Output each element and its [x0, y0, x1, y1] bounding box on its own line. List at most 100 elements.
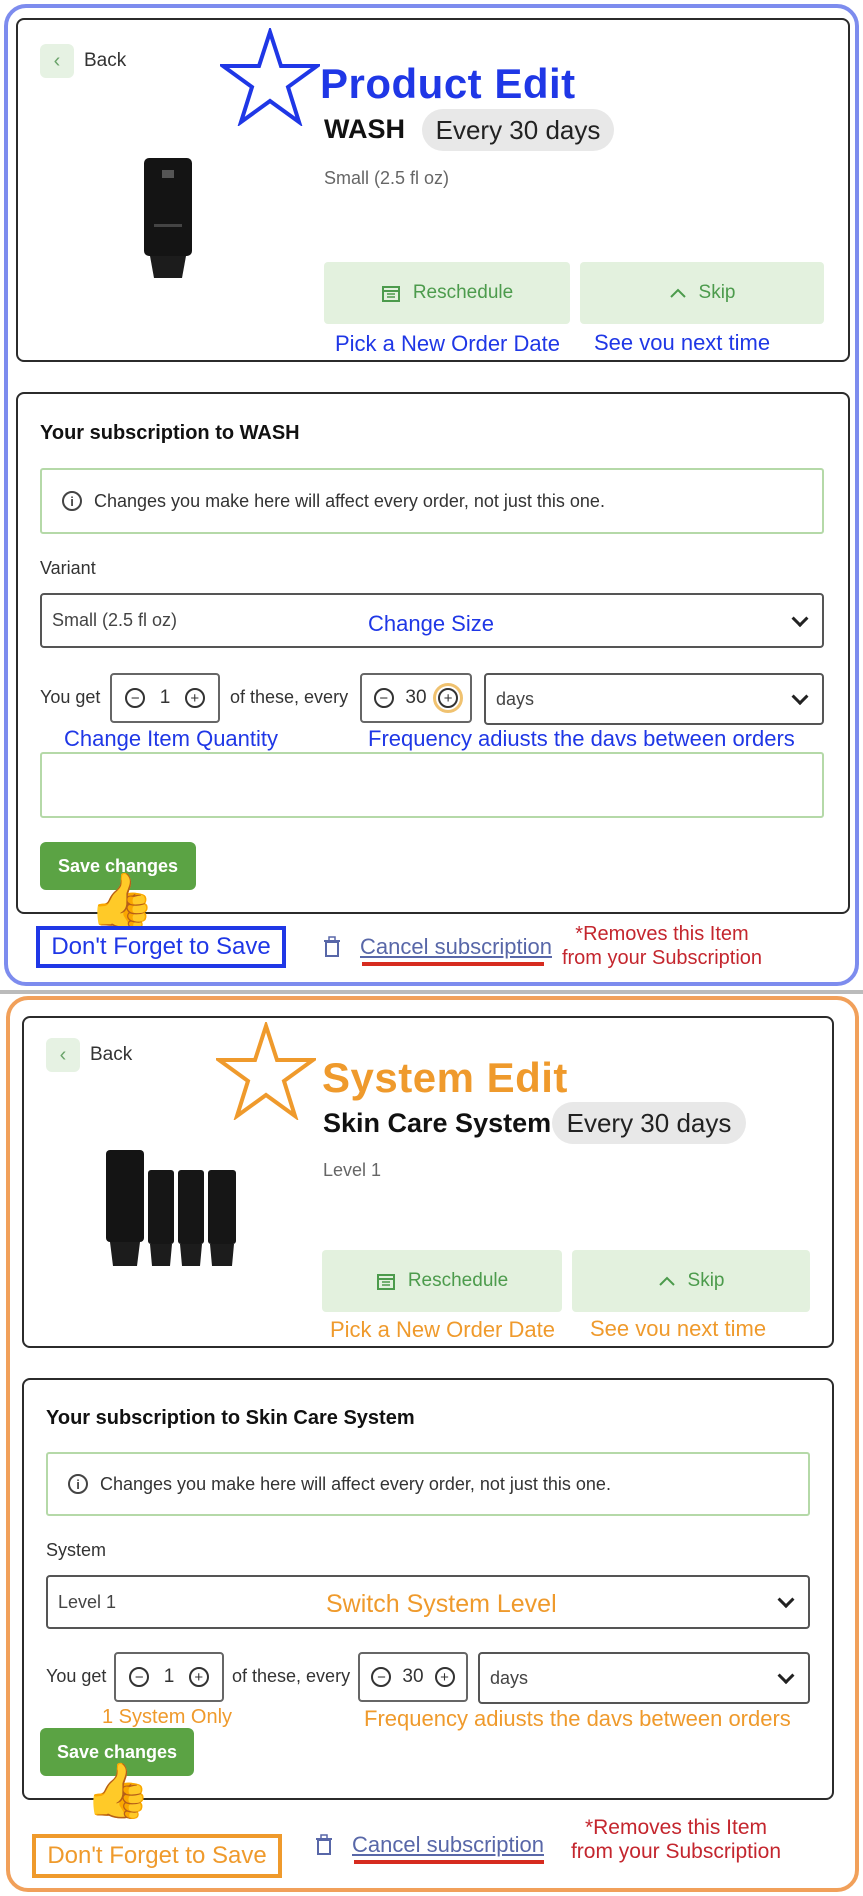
removes-line-2: from your Subscription — [561, 947, 763, 969]
back-label: Back — [84, 50, 127, 71]
you-get-label: You get — [40, 687, 101, 707]
minus-icon[interactable]: − — [125, 688, 146, 708]
cancel-red-underline — [354, 1860, 544, 1864]
minus-icon[interactable]: − — [129, 1667, 150, 1687]
info-notice: i Changes you make here will affect ever… — [40, 468, 824, 534]
unit-value: days — [490, 1667, 529, 1688]
variant-subtitle: Small (2.5 fl oz) — [324, 168, 450, 188]
frequency-annotation: Frequency adiusts the davs between order… — [368, 726, 795, 751]
chevron-down-icon — [791, 609, 809, 627]
notice-text: Changes you make here will affect every … — [100, 1473, 611, 1494]
frequency-annotation: Frequency adiusts the davs between order… — [364, 1706, 791, 1731]
reschedule-label: Reschedule — [407, 1270, 509, 1291]
removes-line-1: *Removes this Item — [575, 923, 749, 945]
reschedule-button[interactable]: Reschedule — [322, 1250, 562, 1312]
cancel-red-underline — [362, 962, 544, 966]
unit-select[interactable]: days — [484, 673, 824, 725]
skip-arrow-icon — [669, 288, 686, 298]
plus-icon[interactable]: + — [434, 1667, 455, 1687]
system-tubes-image — [106, 1150, 236, 1266]
skip-annotation: See vou next time — [594, 330, 771, 355]
removes-note: *Removes this Item from your Subscriptio… — [556, 1816, 796, 1864]
system-only-annotation: 1 System Only — [102, 1706, 233, 1728]
switch-level-annotation: Switch System Level — [326, 1590, 557, 1618]
skip-button[interactable]: Skip — [572, 1250, 810, 1312]
chevron-left-icon: ‹ — [40, 44, 74, 78]
level-subtitle: Level 1 — [323, 1160, 382, 1180]
info-icon: i — [68, 1474, 88, 1494]
frequency-pill: Every 30 days — [552, 1102, 746, 1144]
product-edit-heading: Product Edit — [320, 60, 576, 107]
product-tube-image — [144, 158, 192, 278]
chevron-down-icon — [777, 1591, 795, 1609]
removes-line-2: from your Subscription — [570, 1840, 782, 1863]
system-value: Level 1 — [58, 1591, 117, 1612]
chevron-down-icon — [777, 1667, 795, 1685]
star-icon — [220, 28, 320, 126]
frequency-pill: Every 30 days — [422, 109, 614, 151]
minus-icon[interactable]: − — [373, 688, 394, 708]
product-name: WASH — [324, 114, 405, 144]
of-these-label: of these, every — [230, 687, 349, 707]
of-these-label: of these, every — [232, 1666, 351, 1686]
dont-forget-save-box: Don't Forget to Save — [36, 926, 286, 968]
unit-select[interactable]: days — [478, 1652, 810, 1704]
plus-icon[interactable]: + — [433, 683, 464, 713]
dont-forget-save-box: Don't Forget to Save — [32, 1834, 282, 1878]
trash-icon — [324, 936, 340, 957]
trash-icon — [316, 1834, 332, 1855]
change-size-annotation: Change Size — [368, 611, 494, 636]
notice-text: Changes you make here will affect every … — [94, 490, 605, 511]
frequency-stepper[interactable]: − 30 + — [358, 1652, 468, 1702]
cancel-label: Cancel subscription — [352, 1832, 544, 1857]
frequency-stepper[interactable]: − 30 + — [360, 673, 472, 723]
skip-arrow-icon — [658, 1276, 675, 1286]
system-label: System — [46, 1540, 107, 1560]
thumbs-up-icon: 👍 — [84, 1761, 152, 1821]
info-notice: i Changes you make here will affect ever… — [46, 1452, 810, 1516]
skip-button[interactable]: Skip — [580, 262, 824, 324]
calendar-icon — [381, 286, 400, 302]
cancel-subscription-link[interactable]: Cancel subscription — [322, 934, 552, 960]
skip-label: Skip — [687, 1270, 725, 1291]
quantity-stepper[interactable]: − 1 + — [110, 673, 220, 723]
quantity-stepper[interactable]: − 1 + — [114, 1652, 224, 1702]
thumbs-up-icon: 👍 — [88, 871, 156, 931]
calendar-icon — [376, 1274, 395, 1290]
reschedule-button[interactable]: Reschedule — [324, 262, 570, 324]
star-icon — [216, 1022, 316, 1120]
frequency-value: 30 — [405, 687, 427, 708]
reschedule-label: Reschedule — [412, 282, 514, 303]
skip-annotation: See vou next time — [590, 1316, 767, 1341]
quantity-value: 1 — [159, 687, 171, 708]
reschedule-annotation: Pick a New Order Date — [330, 1317, 555, 1342]
plus-icon[interactable]: + — [188, 1667, 209, 1687]
subscription-title: Your subscription to Skin Care System — [46, 1407, 415, 1429]
cancel-label: Cancel subscription — [360, 934, 552, 959]
back-button[interactable]: ‹ Back — [40, 44, 126, 78]
skip-label: Skip — [698, 282, 736, 303]
chevron-down-icon — [791, 688, 809, 706]
reschedule-annotation: Pick a New Order Date — [335, 331, 560, 356]
section-divider — [0, 990, 863, 994]
variant-value: Small (2.5 fl oz) — [52, 610, 178, 630]
plus-icon[interactable]: + — [184, 688, 205, 708]
cancel-subscription-link[interactable]: Cancel subscription — [314, 1832, 544, 1858]
note-field[interactable] — [40, 752, 824, 818]
quantity-annotation: Change Item Quantity — [64, 726, 279, 751]
subscription-title: Your subscription to WASH — [40, 422, 300, 444]
back-button[interactable]: ‹ Back — [46, 1038, 132, 1072]
minus-icon[interactable]: − — [371, 1667, 392, 1687]
system-edit-heading: System Edit — [322, 1054, 568, 1101]
info-icon: i — [62, 491, 82, 511]
unit-value: days — [496, 688, 535, 709]
back-label: Back — [90, 1044, 133, 1065]
chevron-left-icon: ‹ — [46, 1038, 80, 1072]
quantity-value: 1 — [163, 1666, 175, 1687]
frequency-value: 30 — [402, 1666, 424, 1687]
removes-note: *Removes this Item from your Subscriptio… — [552, 922, 772, 970]
removes-line-1: *Removes this Item — [584, 1816, 768, 1839]
variant-label: Variant — [40, 558, 96, 578]
system-name: Skin Care System — [323, 1108, 552, 1138]
you-get-label: You get — [46, 1666, 107, 1686]
